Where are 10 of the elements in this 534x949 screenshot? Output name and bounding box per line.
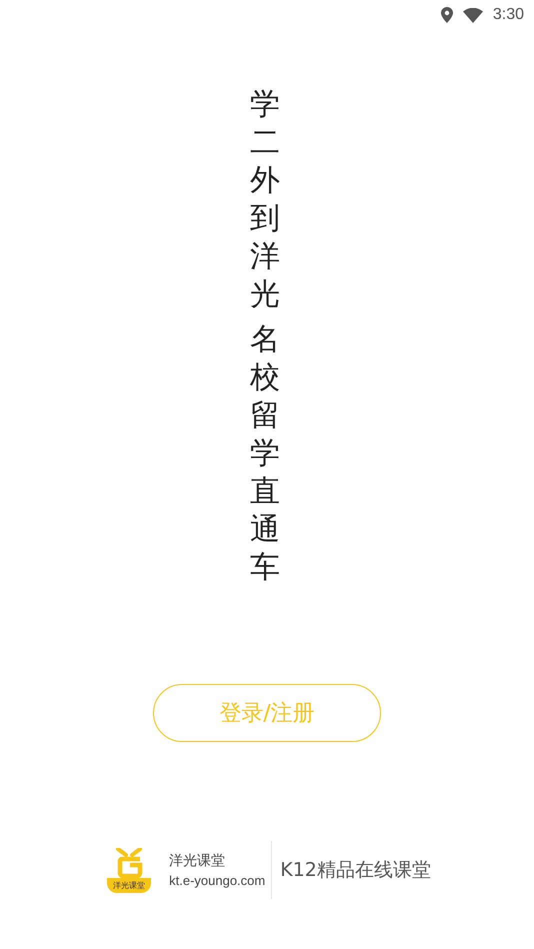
wifi-icon [462, 8, 483, 22]
slogan-text: 名校留学直通车 [250, 320, 280, 588]
location-icon [440, 7, 453, 23]
brand-name: 洋光课堂 [169, 852, 226, 870]
clock: 3:30 [492, 6, 524, 24]
logo-caption: 洋光课堂 [107, 878, 152, 892]
login-register-button[interactable]: 登录/注册 [153, 684, 381, 742]
website-text: kt.e-youngo.com [169, 873, 266, 888]
tagline: K12精品在线课堂 [280, 858, 431, 883]
slogan-text: 学二外到洋光 [250, 86, 280, 314]
